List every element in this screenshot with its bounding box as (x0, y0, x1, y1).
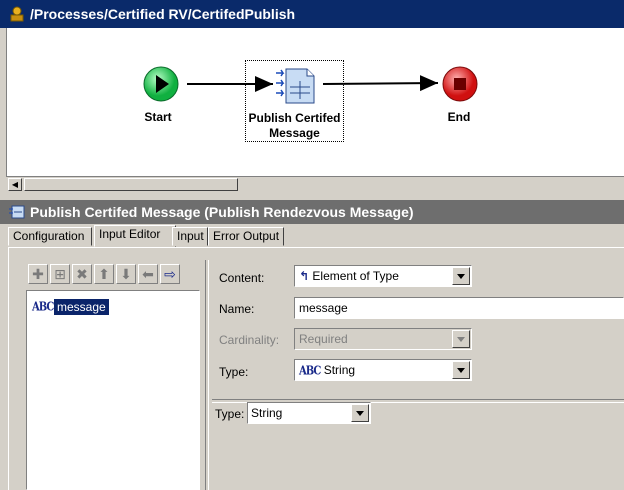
content-label: Content: (219, 271, 265, 285)
tree-item-label: message (54, 299, 109, 315)
start-node-label: Start (144, 110, 172, 124)
content-select-value: ↰ Element of Type (299, 269, 399, 283)
tab-error-output[interactable]: Error Output (208, 227, 284, 246)
abc-string-icon: ABC (32, 300, 54, 315)
add-child-icon[interactable]: ⊞ (50, 264, 70, 284)
type-value-text: String (323, 363, 356, 377)
scrollbar-thumb[interactable] (24, 178, 238, 191)
chevron-down-icon[interactable] (452, 330, 470, 348)
tab-input[interactable]: Input (172, 227, 208, 246)
schema-tree[interactable]: ABC message (26, 290, 200, 490)
process-canvas[interactable]: Start Publish Certifed Message End (6, 28, 624, 176)
scroll-left-icon[interactable]: ◀ (8, 178, 22, 191)
content-select[interactable]: ↰ Element of Type (294, 265, 472, 287)
sub-type-value: String (251, 406, 283, 420)
rv-publish-small-icon (9, 205, 25, 219)
process-icon (10, 6, 24, 22)
cardinality-label: Cardinality: (219, 333, 280, 347)
publish-node-label-line2: Message (269, 126, 320, 140)
sub-type-select[interactable]: String (247, 402, 371, 424)
move-left-icon[interactable]: ⬅ (138, 264, 158, 284)
delete-icon[interactable]: ✖ (72, 264, 92, 284)
chevron-down-icon[interactable] (452, 361, 470, 379)
move-down-icon[interactable]: ⬇ (116, 264, 136, 284)
panel-title: Publish Certifed Message (Publish Rendez… (30, 204, 414, 220)
type-select[interactable]: ABC String (294, 359, 472, 381)
rv-publish-icon (276, 68, 315, 104)
add-icon[interactable]: ✚ (28, 264, 48, 284)
end-node-stop-icon[interactable] (441, 65, 479, 103)
type-label: Type: (219, 365, 249, 379)
start-node-play-icon[interactable] (142, 65, 180, 103)
element-type-icon: ↰ (299, 269, 310, 283)
publish-node-label-line1: Publish Certifed (248, 111, 341, 125)
content-value-text: Element of Type (312, 269, 399, 283)
chevron-down-icon[interactable] (452, 267, 470, 285)
move-up-icon[interactable]: ⬆ (94, 264, 114, 284)
cardinality-value: Required (299, 332, 348, 346)
sub-type-label: Type: (215, 407, 245, 421)
publish-node[interactable]: Publish Certifed Message (245, 60, 344, 142)
end-node-label: End (447, 110, 471, 124)
canvas-horizontal-scrollbar[interactable]: ◀ (6, 176, 624, 193)
chevron-down-icon[interactable] (351, 404, 369, 422)
tab-input-editor[interactable]: Input Editor (94, 225, 176, 247)
publish-node-label: Publish Certifed Message (246, 111, 343, 141)
cardinality-select[interactable]: Required (294, 328, 472, 350)
move-right-icon[interactable]: ⇨ (160, 264, 180, 284)
name-field-value: message (299, 301, 348, 315)
tab-configuration[interactable]: Configuration (8, 227, 92, 246)
tree-item-message[interactable]: ABC message (32, 299, 109, 315)
activity-panel-header: Publish Certifed Message (Publish Rendez… (0, 200, 624, 224)
process-titlebar: /Processes/Certified RV/CertifedPublish (0, 0, 624, 28)
panel-splitter[interactable] (205, 260, 209, 490)
process-title: /Processes/Certified RV/CertifedPublish (30, 6, 296, 22)
name-field[interactable]: message (294, 297, 624, 319)
name-label: Name: (219, 302, 255, 316)
type-select-value: ABC String (299, 363, 356, 379)
abc-string-icon: ABC (299, 364, 321, 379)
